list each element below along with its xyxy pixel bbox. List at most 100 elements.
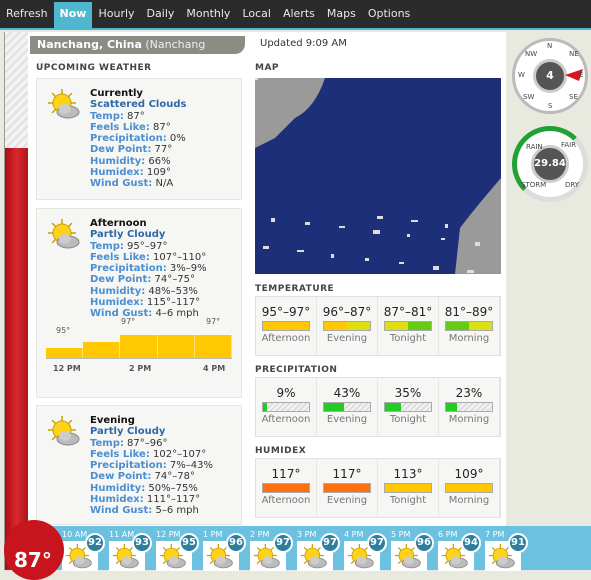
card-row: Wind Gust: N/A xyxy=(90,178,174,190)
precipitation-bar xyxy=(262,402,310,412)
tab-alerts[interactable]: Alerts xyxy=(277,2,321,28)
temperature-value: 87°–81° xyxy=(383,305,433,319)
tab-options[interactable]: Options xyxy=(362,2,416,28)
map-title: MAP xyxy=(255,63,280,73)
humidex-bar xyxy=(445,483,493,493)
hourly-item[interactable]: 3 PM 97 xyxy=(297,530,341,571)
gauges-panel: 4 N NE E SE S SW W NW 29.84 RAIN FAIR ST… xyxy=(506,32,591,526)
updated-time: Updated 9:09 AM xyxy=(260,38,347,49)
tab-maps[interactable]: Maps xyxy=(321,2,362,28)
temperature-box: 95°–97° Afternoon 96°–87° Evening 87°–81° Ton… xyxy=(255,296,501,356)
card-condition: Partly Cloudy xyxy=(90,229,166,241)
precipitation-cell: 9% Afternoon xyxy=(256,378,317,436)
period-label: Morning xyxy=(448,414,490,425)
humidex-value: 109° xyxy=(454,467,484,481)
humidex-bar xyxy=(323,483,371,493)
precipitation-bar xyxy=(384,402,432,412)
hour-label: 4 PM xyxy=(344,530,364,539)
temperature-bar xyxy=(384,321,432,331)
hour-label: 2 PM xyxy=(250,530,270,539)
hour-label: 12 PM xyxy=(156,530,181,539)
precipitation-value: 43% xyxy=(333,386,361,400)
card-title: Evening xyxy=(90,415,135,426)
precipitation-bar xyxy=(445,402,493,412)
precipitation-title: PRECIPITATION xyxy=(255,365,338,375)
chart-bar xyxy=(194,335,232,358)
chart-bar xyxy=(46,348,84,358)
hourly-strip: 10 AM 92 11 AM 93 12 PM 95 1 PM 96 2 PM 97 3 PM 97 4… xyxy=(28,526,591,571)
period-label: Tonight xyxy=(389,333,427,344)
card-row: Humidity: 48%–53% xyxy=(90,285,198,297)
tab-local[interactable]: Local xyxy=(236,2,277,28)
x-tick: 12 PM xyxy=(53,364,81,373)
wind-speed: 4 xyxy=(533,59,567,93)
tab-now[interactable]: Now xyxy=(53,2,93,28)
temperature-value: 81°–89° xyxy=(444,305,494,319)
tab-monthly[interactable]: Monthly xyxy=(180,2,236,28)
bar-label: 95° xyxy=(56,326,71,335)
card-row: Temp: 87°–96° xyxy=(90,437,168,449)
dir-ne: NE xyxy=(569,50,579,58)
upcoming-title: UPCOMING WEATHER xyxy=(36,63,152,73)
hour-temp-badge: 93 xyxy=(132,533,152,553)
hourly-item[interactable]: 2 PM 97 xyxy=(250,530,294,571)
hourly-item[interactable]: 5 PM 96 xyxy=(391,530,435,571)
temp-bar-chart: 95° 97° 97° xyxy=(46,317,232,359)
temperature-cell: 81°–89° Morning xyxy=(439,297,500,355)
card-title: Currently xyxy=(90,88,143,99)
period-label: Afternoon xyxy=(261,495,311,506)
hour-label: 6 PM xyxy=(438,530,458,539)
hourly-item[interactable]: 7 PM 91 xyxy=(485,530,529,571)
card-row: Feels Like: 102°–107° xyxy=(90,448,207,460)
card-row: Dew Point: 77° xyxy=(90,144,173,156)
partly-cloudy-icon xyxy=(48,89,80,119)
location-header: Nanchang, China (Nanchang Airport) xyxy=(30,36,245,69)
hourly-item[interactable]: 6 PM 94 xyxy=(438,530,482,571)
precipitation-bar xyxy=(323,402,371,412)
period-label: Morning xyxy=(448,495,490,506)
temperature-cell: 87°–81° Tonight xyxy=(378,297,439,355)
dir-sw: SW xyxy=(523,93,535,101)
radar-map[interactable] xyxy=(255,78,501,274)
tab-hourly[interactable]: Hourly xyxy=(92,2,140,28)
precipitation-cell: 43% Evening xyxy=(317,378,378,436)
label-fair: FAIR xyxy=(561,141,577,149)
pressure-gauge: 29.84 RAIN FAIR STORM DRY xyxy=(512,126,588,202)
card-row: Feels Like: 87° xyxy=(90,121,171,133)
precipitation-value: 23% xyxy=(455,386,483,400)
dir-se: SE xyxy=(569,93,578,101)
bar-label: 97° xyxy=(121,317,136,326)
label-dry: DRY xyxy=(565,181,580,189)
card-row: Humidex: 115°–117° xyxy=(90,297,201,309)
humidex-bar xyxy=(262,483,310,493)
thermometer-fill xyxy=(5,148,28,570)
city: Nanchang, China xyxy=(37,38,142,51)
thermometer-bulb: 87° xyxy=(4,520,64,580)
tab-daily[interactable]: Daily xyxy=(141,2,181,28)
dir-nw: NW xyxy=(525,50,538,58)
precipitation-cell: 23% Morning xyxy=(439,378,500,436)
partly-cloudy-icon xyxy=(48,416,80,446)
card-row: Wind Gust: 4–6 mph xyxy=(90,308,199,320)
card-row: Humidity: 66% xyxy=(90,155,171,167)
temperature-bar xyxy=(445,321,493,331)
card-row: Temp: 95°–97° xyxy=(90,240,168,252)
hourly-item[interactable]: 10 AM 92 xyxy=(62,530,106,571)
dir-e: E xyxy=(579,71,584,79)
card-row: Humidity: 50%–75% xyxy=(90,482,198,494)
humidex-value: 117° xyxy=(271,467,301,481)
hour-label: 1 PM xyxy=(203,530,223,539)
hourly-item[interactable]: 4 PM 97 xyxy=(344,530,388,571)
hourly-item[interactable]: 11 AM 93 xyxy=(109,530,153,571)
humidex-bar xyxy=(384,483,432,493)
hourly-item[interactable]: 12 PM 95 xyxy=(156,530,200,571)
hour-label: 3 PM xyxy=(297,530,317,539)
dir-n: N xyxy=(547,42,553,50)
precipitation-value: 9% xyxy=(276,386,296,400)
temperature-bar xyxy=(323,321,371,331)
humidex-cell: 113° Tonight xyxy=(378,459,439,517)
dir-s: S xyxy=(548,102,553,110)
hour-temp-badge: 97 xyxy=(367,533,387,553)
hourly-item[interactable]: 1 PM 96 xyxy=(203,530,247,571)
tab-refresh[interactable]: Refresh xyxy=(0,2,54,28)
